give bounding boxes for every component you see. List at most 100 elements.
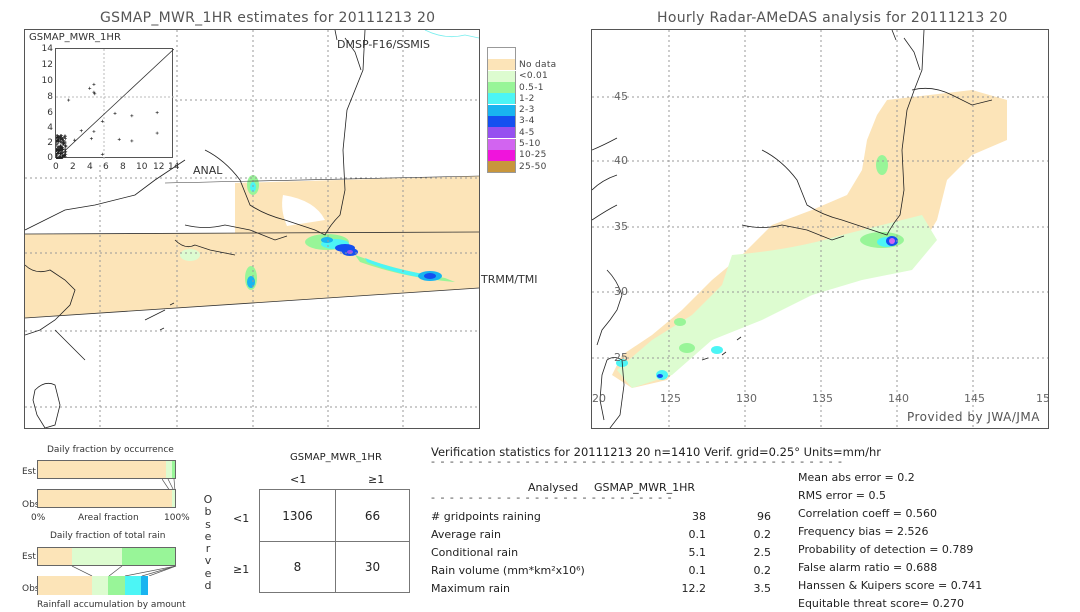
- stats-row-gsmap: 0.2: [753, 528, 772, 541]
- legend-label: 0.5-1: [519, 82, 544, 93]
- legend-item: <0.01: [488, 70, 563, 82]
- lon-label: 125: [660, 392, 681, 405]
- legend-label: 3-4: [519, 116, 535, 127]
- stats-row: Rain volume (mm*km²x10⁶) 0.1 0.2: [431, 564, 776, 580]
- occurrence-est-label: Est: [22, 467, 36, 477]
- scatter-point: [117, 137, 121, 141]
- legend-label: 25-50: [519, 161, 547, 172]
- legend-swatch: [488, 93, 516, 105]
- contingency-col-lt1: <1: [290, 473, 307, 486]
- x-tick: 14: [168, 162, 180, 172]
- stats-row: # gridpoints raining 38 96: [431, 510, 776, 526]
- rain-est-segment: [72, 548, 122, 565]
- scatter-points: [56, 49, 174, 159]
- occurrence-est-bar: [37, 460, 176, 479]
- legend-item: 3-4: [488, 115, 563, 127]
- lat-label-30: 30: [614, 285, 628, 298]
- stats-row-label: Maximum rain: [431, 582, 510, 595]
- lon-label: 15: [1036, 392, 1049, 405]
- contingency-table: 1306 66 8 30: [259, 489, 410, 593]
- occurrence-est-segment: [38, 461, 167, 478]
- stats-header-divider: - - - - - - - - - - - - - - - - - - - - …: [431, 455, 845, 468]
- score-item: RMS error = 0.5: [798, 489, 886, 502]
- cell-false-alarm: 66: [364, 508, 381, 523]
- rain-connector: [71, 566, 177, 576]
- lon-label: 140: [888, 392, 909, 405]
- lon-label: 135: [812, 392, 833, 405]
- scatter-point: [92, 82, 96, 86]
- legend-label: 4-5: [519, 127, 535, 138]
- overpass-label-tmi: TRMM/TMI: [481, 273, 538, 286]
- legend-label: 10-25: [519, 150, 547, 161]
- rain-chart-caption: Rainfall accumulation by amount: [37, 600, 186, 610]
- cell-hit: 30: [364, 560, 381, 574]
- stats-row-analysed: 0.1: [688, 564, 707, 577]
- rain-obs-segment: [141, 576, 149, 595]
- occurrence-obs-bar: [37, 489, 176, 508]
- stats-table-divider: - - - - - - - - - - - - - - - - - - - - …: [431, 491, 676, 504]
- cell-miss: 8: [293, 560, 302, 574]
- y-tick: 12: [41, 60, 53, 70]
- scatter-point: [155, 111, 159, 115]
- contingency-side-label: Observed: [203, 493, 213, 593]
- scatter-point: [130, 114, 134, 118]
- inset-x-ticks: 0 2 4 6 8 10 12 14: [53, 162, 185, 174]
- y-tick: 2: [47, 138, 53, 148]
- scatter-point: [113, 111, 117, 115]
- y-tick: 6: [47, 108, 53, 118]
- scatter-point: [100, 152, 104, 156]
- legend-item: [488, 48, 563, 60]
- scatter-point: [92, 130, 96, 133]
- stats-row: Conditional rain 5.1 2.5: [431, 546, 776, 562]
- score-item: Equitable threat score= 0.270: [798, 597, 964, 610]
- y-tick: 14: [41, 44, 53, 54]
- legend-swatch: [488, 82, 516, 94]
- occurrence-axis-center: Areal fraction: [78, 513, 139, 523]
- legend-swatch: [488, 70, 516, 82]
- stats-row-label: Rain volume (mm*km²x10⁶): [431, 564, 585, 577]
- lat-label-40: 40: [614, 154, 628, 167]
- rain-est-label: Est: [22, 552, 36, 562]
- legend-item: 5-10: [488, 138, 563, 150]
- scatter-point: [88, 86, 92, 90]
- y-tick: 8: [47, 92, 53, 102]
- side-label-char: d: [204, 579, 212, 593]
- lat-label-35: 35: [614, 220, 628, 233]
- side-label-char: v: [204, 554, 212, 568]
- x-tick: 2: [70, 162, 76, 172]
- anal-swath-upper: [235, 176, 479, 235]
- lat-label-45: 45: [614, 90, 628, 103]
- legend-swatch: [488, 48, 516, 60]
- legend-label: 5-10: [519, 139, 541, 150]
- legend-item: 25-50: [488, 161, 563, 173]
- cell-hit-none: 1306: [282, 508, 313, 523]
- credit-label: Provided by JWA/JMA: [906, 410, 1040, 424]
- lat-label-25: 25: [614, 351, 628, 364]
- legend-label: <0.01: [519, 71, 549, 82]
- lon-label: 130: [736, 392, 757, 405]
- score-item: Frequency bias = 2.526: [798, 525, 929, 538]
- occurrence-est-segment: [171, 461, 175, 478]
- score-item: Probability of detection = 0.789: [798, 543, 974, 556]
- contingency-row-ge1: ≥1: [233, 563, 250, 576]
- x-tick: 4: [87, 162, 93, 172]
- y-tick: 10: [41, 76, 53, 86]
- occurrence-axis-left: 0%: [31, 513, 46, 523]
- stats-row-gsmap: 0.2: [753, 564, 772, 577]
- contingency-col-ge1: ≥1: [368, 473, 385, 486]
- legend-label: 1-2: [519, 93, 535, 104]
- legend-swatch: [488, 104, 516, 116]
- stats-row-analysed: 12.2: [681, 582, 707, 595]
- stats-row-gsmap: 2.5: [753, 546, 772, 559]
- legend-swatch: [488, 115, 516, 127]
- scatter-point: [64, 149, 68, 153]
- legend-item: 2-3: [488, 104, 563, 116]
- inset-scatter-plot: [55, 48, 174, 159]
- x-tick: 10: [136, 162, 148, 172]
- overpass-label-ssmis: DMSP-F16/SSMIS: [337, 38, 431, 51]
- occurrence-chart-title: Daily fraction by occurrence: [47, 445, 174, 455]
- rain-obs-segment: [108, 576, 125, 595]
- legend-swatch: [488, 59, 516, 71]
- rain-obs-segment: [38, 576, 92, 595]
- x-tick: 0: [53, 162, 59, 172]
